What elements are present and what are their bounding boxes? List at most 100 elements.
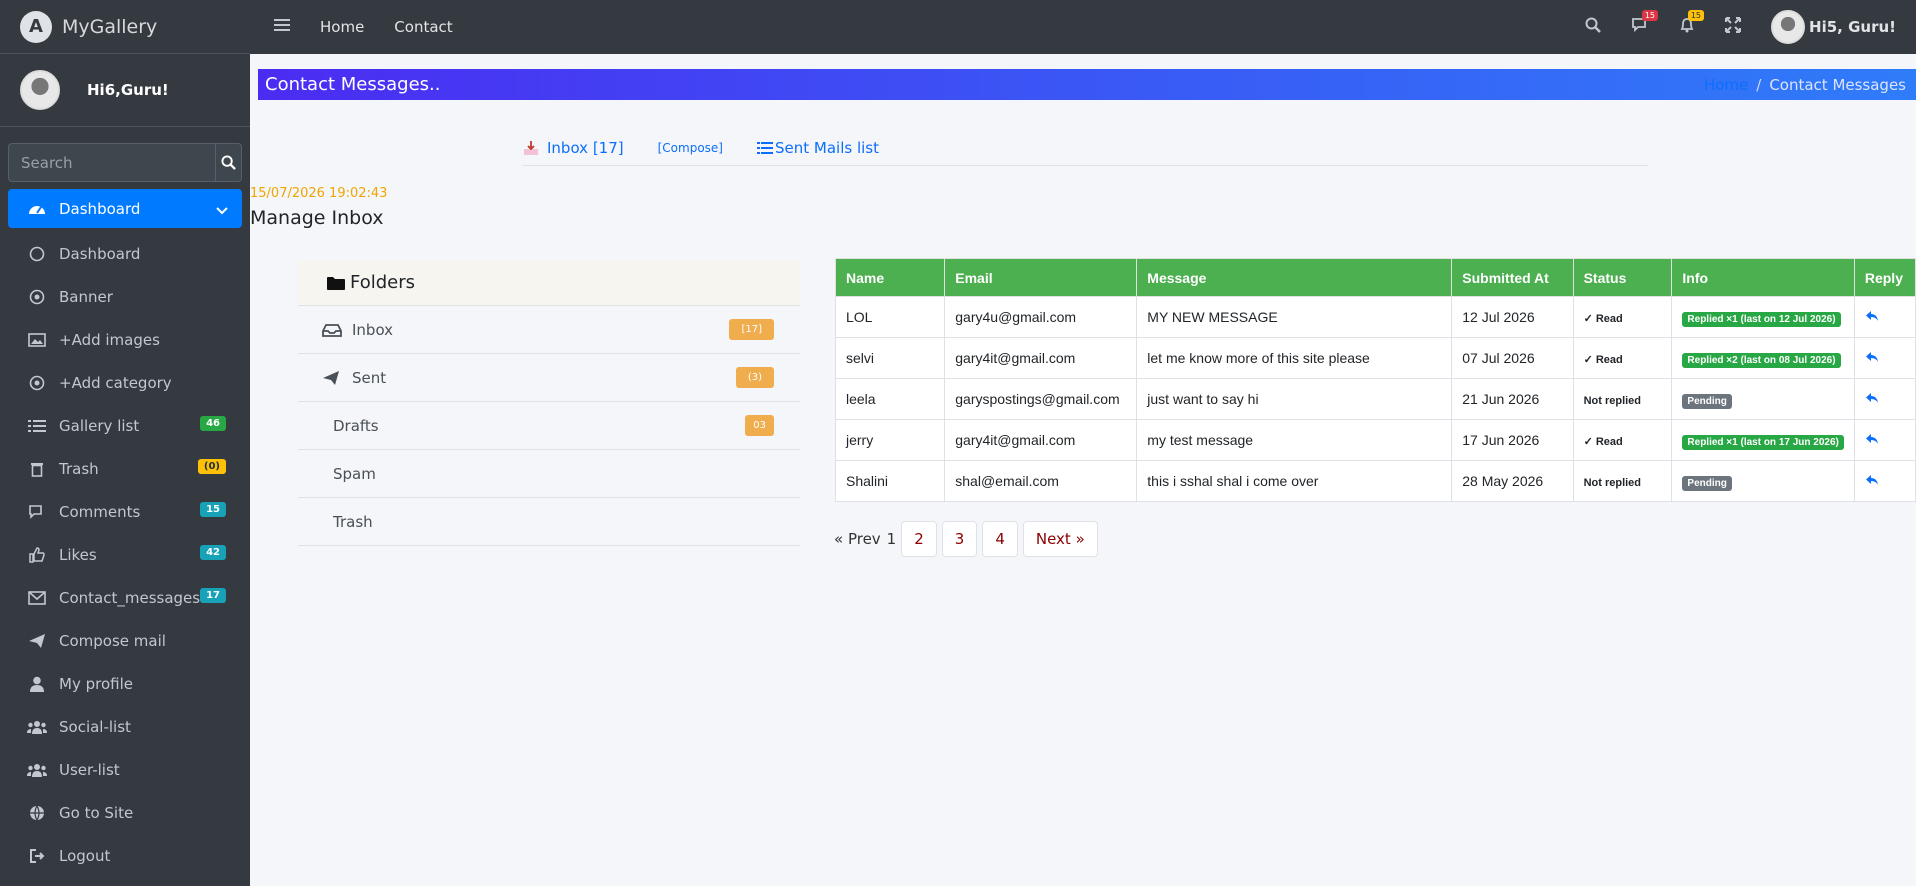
pagination-page-2[interactable]: 2 [901, 521, 937, 557]
status-text: Not replied [1583, 477, 1642, 489]
cell-name: jerry [834, 419, 946, 461]
sidebar-item-my-profile[interactable]: My profile [8, 662, 242, 705]
sidebar-item-go-to-site[interactable]: Go to Site [8, 791, 242, 834]
current-timestamp: 15/07/2026 19:02:43 [250, 186, 388, 201]
table-row[interactable]: jerry gary4it@gmail.com my test message … [834, 419, 1916, 461]
sidebar-item-contact-messages[interactable]: Contact_messages 17 [8, 576, 242, 619]
sidebar-item-social-list[interactable]: Social-list [8, 705, 242, 748]
reply-icon[interactable] [1865, 473, 1879, 489]
thumbs-up-icon [26, 546, 48, 564]
cell-message: let me know more of this site please [1136, 337, 1453, 379]
cell-status: ✓ Read [1572, 419, 1673, 461]
folder-icon [327, 276, 345, 290]
status-badge: Pending [1682, 394, 1732, 409]
table-row[interactable]: selvi gary4it@gmail.com let me know more… [834, 337, 1916, 379]
reply-icon[interactable] [1865, 309, 1879, 325]
cell-info: Replied ×2 (last on 08 Jul 2026) [1671, 337, 1855, 379]
cell-date: 28 May 2026 [1451, 460, 1574, 502]
search-button[interactable] [215, 143, 242, 182]
chevron-down-icon [216, 201, 228, 219]
cell-reply [1853, 378, 1916, 420]
sidebar-item-user-list[interactable]: User-list [8, 748, 242, 791]
search-input[interactable] [8, 143, 215, 182]
top-navbar: Home Contact 15 15 Hi5, Guru! [250, 0, 1916, 54]
brand-link[interactable]: A MyGallery [0, 0, 250, 54]
tab-inbox-label: Inbox [17] [547, 138, 624, 157]
column-header-message: Message [1136, 258, 1453, 297]
tab-inbox[interactable]: Inbox [17] [523, 139, 624, 157]
cell-status: ✓ Read [1572, 296, 1673, 338]
paper-plane-icon [26, 632, 48, 650]
sidebar-item-label: Compose mail [59, 631, 166, 650]
content-header: Contact Messages.. Home / Contact Messages [258, 69, 1916, 100]
sidebar-item-gallery-list[interactable]: Gallery list 46 [8, 404, 242, 447]
reply-icon[interactable] [1865, 350, 1879, 366]
column-header-reply: Reply [1853, 258, 1916, 297]
sidebar-item-likes[interactable]: Likes 42 [8, 533, 242, 576]
user-icon [26, 675, 48, 693]
pagination-page-3[interactable]: 3 [941, 521, 978, 557]
user-menu[interactable]: Hi5, Guru! [1771, 10, 1896, 44]
navbar-search-icon[interactable] [1585, 17, 1601, 37]
sidebar-item-dashboard-menu[interactable]: Dashboard [8, 189, 242, 228]
sidebar-item-compose-mail[interactable]: Compose mail [8, 619, 242, 662]
folder-inbox[interactable]: Inbox [17] [298, 306, 800, 354]
cell-message: just want to say hi [1136, 378, 1453, 420]
cell-date: 21 Jun 2026 [1451, 378, 1574, 420]
sidebar-item-label: Likes [59, 545, 97, 564]
tab-compose[interactable]: [Compose] [658, 141, 723, 155]
column-header-info: Info [1671, 258, 1855, 297]
comments-icon [26, 503, 48, 521]
cell-email: gary4it@gmail.com [944, 419, 1138, 461]
sidebar-item-comments[interactable]: Comments 15 [8, 490, 242, 533]
status-text: Not replied [1583, 395, 1642, 407]
folder-sent[interactable]: Sent (3) [298, 354, 800, 402]
sidebar-item-logout[interactable]: Logout [8, 834, 242, 877]
folders-title: Folders [350, 272, 416, 293]
status-badge: Replied ×1 (last on 12 Jul 2026) [1682, 312, 1841, 327]
reply-icon[interactable] [1865, 391, 1879, 407]
tab-sent-mails[interactable]: Sent Mails list [756, 138, 879, 157]
sidebar-item-banner[interactable]: Banner [8, 275, 242, 318]
cell-date: 12 Jul 2026 [1451, 296, 1574, 338]
folder-trash[interactable]: Trash [298, 498, 800, 546]
cell-info: Pending [1671, 460, 1855, 502]
column-header-submitted: Submitted At [1451, 258, 1574, 297]
cell-email: gary4u@gmail.com [944, 296, 1138, 338]
folder-drafts[interactable]: Drafts 03 [298, 402, 800, 450]
table-row[interactable]: LOL gary4u@gmail.com MY NEW MESSAGE 12 J… [834, 296, 1916, 338]
user-panel[interactable]: Hi6,Guru! [0, 54, 250, 127]
sidebar-item-trash[interactable]: Trash (0) [8, 447, 242, 490]
reply-icon[interactable] [1865, 432, 1879, 448]
avatar [1771, 10, 1806, 44]
folders-panel: Folders Inbox [17] Sent (3) Drafts 03 Sp… [298, 260, 800, 546]
notifications-dropdown[interactable]: 15 [1679, 10, 1705, 37]
folder-count-badge: 03 [745, 415, 774, 436]
folder-label: Spam [333, 464, 376, 483]
folder-count-badge: (3) [735, 367, 774, 388]
messages-count-badge: 15 [1641, 10, 1659, 21]
table-row[interactable]: Shalini shal@email.com this i sshal shal… [834, 460, 1916, 502]
sidebar-item-add-category[interactable]: +Add category [8, 361, 242, 404]
sidebar-item-dashboard[interactable]: Dashboard [8, 232, 242, 275]
folder-spam[interactable]: Spam [298, 450, 800, 498]
messages-dropdown[interactable]: 15 [1631, 10, 1659, 37]
sidebar-item-label: User-list [59, 760, 120, 779]
pagination-prev[interactable]: « Prev [834, 530, 881, 548]
fullscreen-icon[interactable] [1725, 17, 1742, 37]
breadcrumb-home-link[interactable]: Home [1704, 76, 1748, 94]
table-row[interactable]: leela garyspostings@gmail.com just want … [834, 378, 1916, 420]
sidebar-item-label: Go to Site [59, 803, 134, 822]
tab-sent-label: Sent Mails list [774, 138, 879, 157]
brand-logo-icon: A [20, 10, 52, 43]
nav-link-contact[interactable]: Contact [394, 18, 452, 36]
column-header-name: Name [834, 258, 946, 297]
status-text: ✓ Read [1583, 354, 1623, 366]
hamburger-menu-icon[interactable] [274, 18, 290, 36]
nav-link-home[interactable]: Home [320, 18, 364, 36]
sidebar-item-label: My profile [59, 674, 133, 693]
sidebar-item-add-images[interactable]: +Add images [8, 318, 242, 361]
dot-circle-icon [26, 288, 48, 306]
pagination-page-4[interactable]: 4 [982, 521, 1018, 557]
pagination-next[interactable]: Next » [1022, 521, 1098, 557]
